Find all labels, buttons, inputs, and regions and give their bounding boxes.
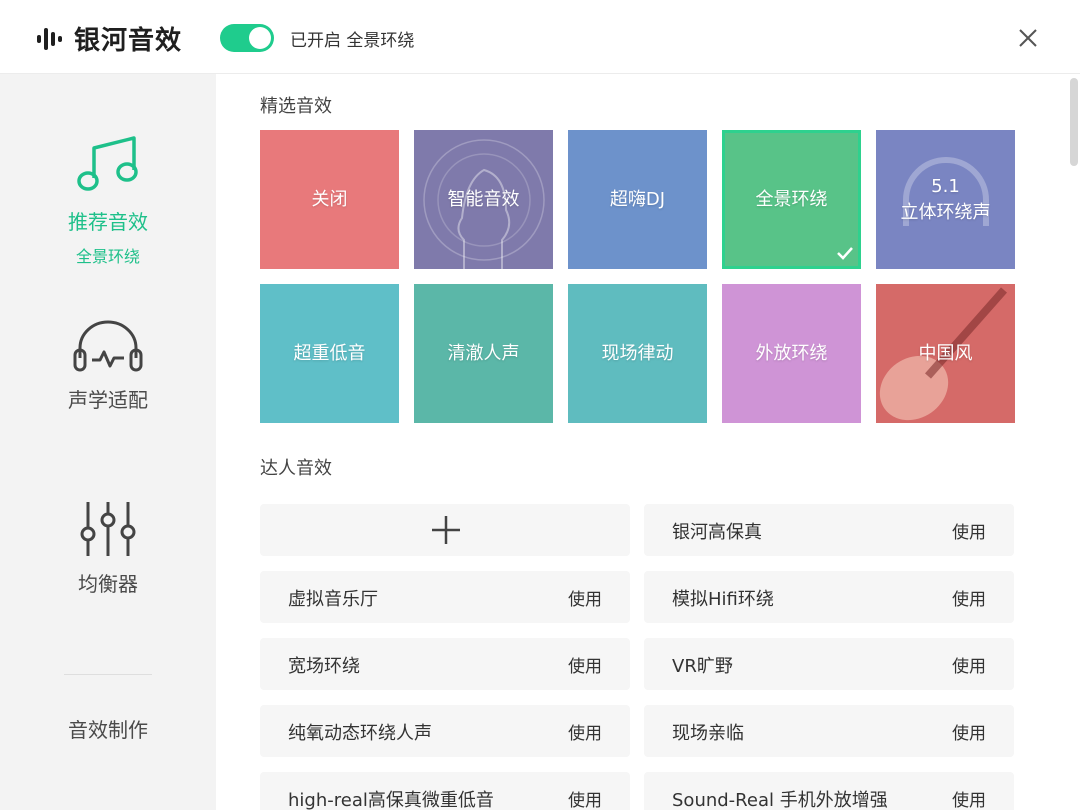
tile-label: 中国风 bbox=[918, 342, 973, 364]
expert-effect-card[interactable]: 银河高保真 使用 bbox=[644, 504, 1014, 556]
scrollbar-thumb[interactable] bbox=[1070, 78, 1078, 166]
card-name: 模拟Hifi环绕 bbox=[672, 589, 774, 610]
expert-effect-card[interactable]: 宽场环绕 使用 bbox=[260, 638, 630, 690]
expert-effect-card[interactable]: VR旷野 使用 bbox=[644, 638, 1014, 690]
tile-label-line2: 立体环绕声 bbox=[900, 201, 991, 223]
app-logo: 银河音效 bbox=[36, 20, 182, 57]
sidebar-divider bbox=[64, 674, 152, 675]
use-button[interactable]: 使用 bbox=[568, 652, 602, 677]
tile-label: 5.1 立体环绕声 bbox=[901, 174, 991, 224]
effect-tile-super-bass[interactable]: 超重低音 bbox=[260, 284, 399, 423]
effect-tile-chinese-style[interactable]: 中国风 bbox=[876, 284, 1015, 423]
use-button[interactable]: 使用 bbox=[568, 585, 602, 610]
use-button[interactable]: 使用 bbox=[568, 719, 602, 744]
tile-label: 超嗨DJ bbox=[609, 188, 666, 210]
effect-tile-5-1-surround[interactable]: 5.1 立体环绕声 bbox=[876, 130, 1015, 269]
expert-effect-card[interactable]: 模拟Hifi环绕 使用 bbox=[644, 571, 1014, 623]
tile-label: 全景环绕 bbox=[755, 188, 828, 210]
sound-maker-link[interactable]: 音效制作 bbox=[0, 714, 216, 743]
effect-toggle[interactable] bbox=[220, 24, 274, 52]
sidebar-item-sublabel: 全景环绕 bbox=[75, 247, 140, 266]
use-button[interactable]: 使用 bbox=[952, 719, 986, 744]
tile-label: 清澈人声 bbox=[447, 342, 520, 364]
use-button[interactable]: 使用 bbox=[952, 518, 986, 543]
use-button[interactable]: 使用 bbox=[568, 786, 602, 810]
card-name: 纯氧动态环绕人声 bbox=[288, 723, 432, 744]
tile-label: 关闭 bbox=[311, 188, 348, 210]
sidebar-item-recommended[interactable]: 推荐音效 全景环绕 bbox=[0, 134, 216, 267]
plus-icon bbox=[432, 516, 460, 544]
add-effect-button[interactable] bbox=[260, 504, 630, 556]
main-panel: 精选音效 关闭 智能音效 超嗨DJ 全景环绕 5.1 立体环绕声 超重低音 清澈… bbox=[216, 74, 1080, 810]
effect-tile-dj[interactable]: 超嗨DJ bbox=[568, 130, 707, 269]
effect-tile-live-groove[interactable]: 现场律动 bbox=[568, 284, 707, 423]
sidebar-item-label: 推荐音效 bbox=[68, 210, 148, 234]
card-name: 现场亲临 bbox=[672, 723, 744, 744]
equalizer-icon bbox=[80, 502, 136, 556]
expert-effect-card[interactable]: 虚拟音乐厅 使用 bbox=[260, 571, 630, 623]
card-name: 虚拟音乐厅 bbox=[288, 589, 378, 610]
tile-label-line1: 5.1 bbox=[931, 176, 960, 198]
expert-effect-card[interactable]: high-real高保真微重低音 使用 bbox=[260, 772, 630, 810]
card-name: high-real高保真微重低音 bbox=[288, 790, 494, 810]
app-name: 银河音效 bbox=[74, 26, 183, 56]
expert-effect-card[interactable]: 纯氧动态环绕人声 使用 bbox=[260, 705, 630, 757]
status-text: 已开启 全景环绕 bbox=[290, 31, 415, 51]
use-button[interactable]: 使用 bbox=[952, 786, 986, 810]
title-bar: 银河音效 已开启 全景环绕 bbox=[0, 0, 1080, 74]
sound-wave-logo-icon bbox=[37, 27, 62, 50]
card-name: 宽场环绕 bbox=[288, 656, 360, 677]
effect-tile-panorama[interactable]: 全景环绕 bbox=[722, 130, 861, 269]
card-name: Sound-Real 手机外放增强 bbox=[672, 790, 888, 810]
tile-label: 现场律动 bbox=[601, 342, 674, 364]
use-button[interactable]: 使用 bbox=[952, 585, 986, 610]
sidebar-item-label: 均衡器 bbox=[78, 572, 138, 596]
toggle-knob bbox=[249, 27, 271, 49]
card-name: VR旷野 bbox=[672, 656, 733, 677]
expert-effect-card[interactable]: 现场亲临 使用 bbox=[644, 705, 1014, 757]
tile-label: 智能音效 bbox=[447, 188, 520, 210]
use-button[interactable]: 使用 bbox=[952, 652, 986, 677]
expert-effect-card[interactable]: Sound-Real 手机外放增强 使用 bbox=[644, 772, 1014, 810]
tile-label: 超重低音 bbox=[293, 342, 366, 364]
effect-tile-smart[interactable]: 智能音效 bbox=[414, 130, 553, 269]
effect-tile-speaker-surround[interactable]: 外放环绕 bbox=[722, 284, 861, 423]
sidebar: 推荐音效 全景环绕 声学适配 均衡器 音效制作 bbox=[0, 74, 216, 810]
music-note-icon bbox=[77, 136, 138, 191]
sidebar-item-equalizer[interactable]: 均衡器 bbox=[0, 500, 216, 597]
featured-title: 精选音效 bbox=[260, 96, 332, 117]
sidebar-item-acoustic[interactable]: 声学适配 bbox=[0, 318, 216, 413]
sidebar-item-label: 声学适配 bbox=[68, 388, 148, 412]
checkmark-icon bbox=[837, 247, 853, 260]
expert-title: 达人音效 bbox=[260, 458, 332, 479]
effect-tile-clear-vocals[interactable]: 清澈人声 bbox=[414, 284, 553, 423]
card-name: 银河高保真 bbox=[672, 522, 762, 543]
effect-tile-off[interactable]: 关闭 bbox=[260, 130, 399, 269]
tile-label: 外放环绕 bbox=[755, 342, 828, 364]
headphones-icon bbox=[73, 320, 143, 372]
close-icon[interactable] bbox=[1012, 22, 1044, 54]
